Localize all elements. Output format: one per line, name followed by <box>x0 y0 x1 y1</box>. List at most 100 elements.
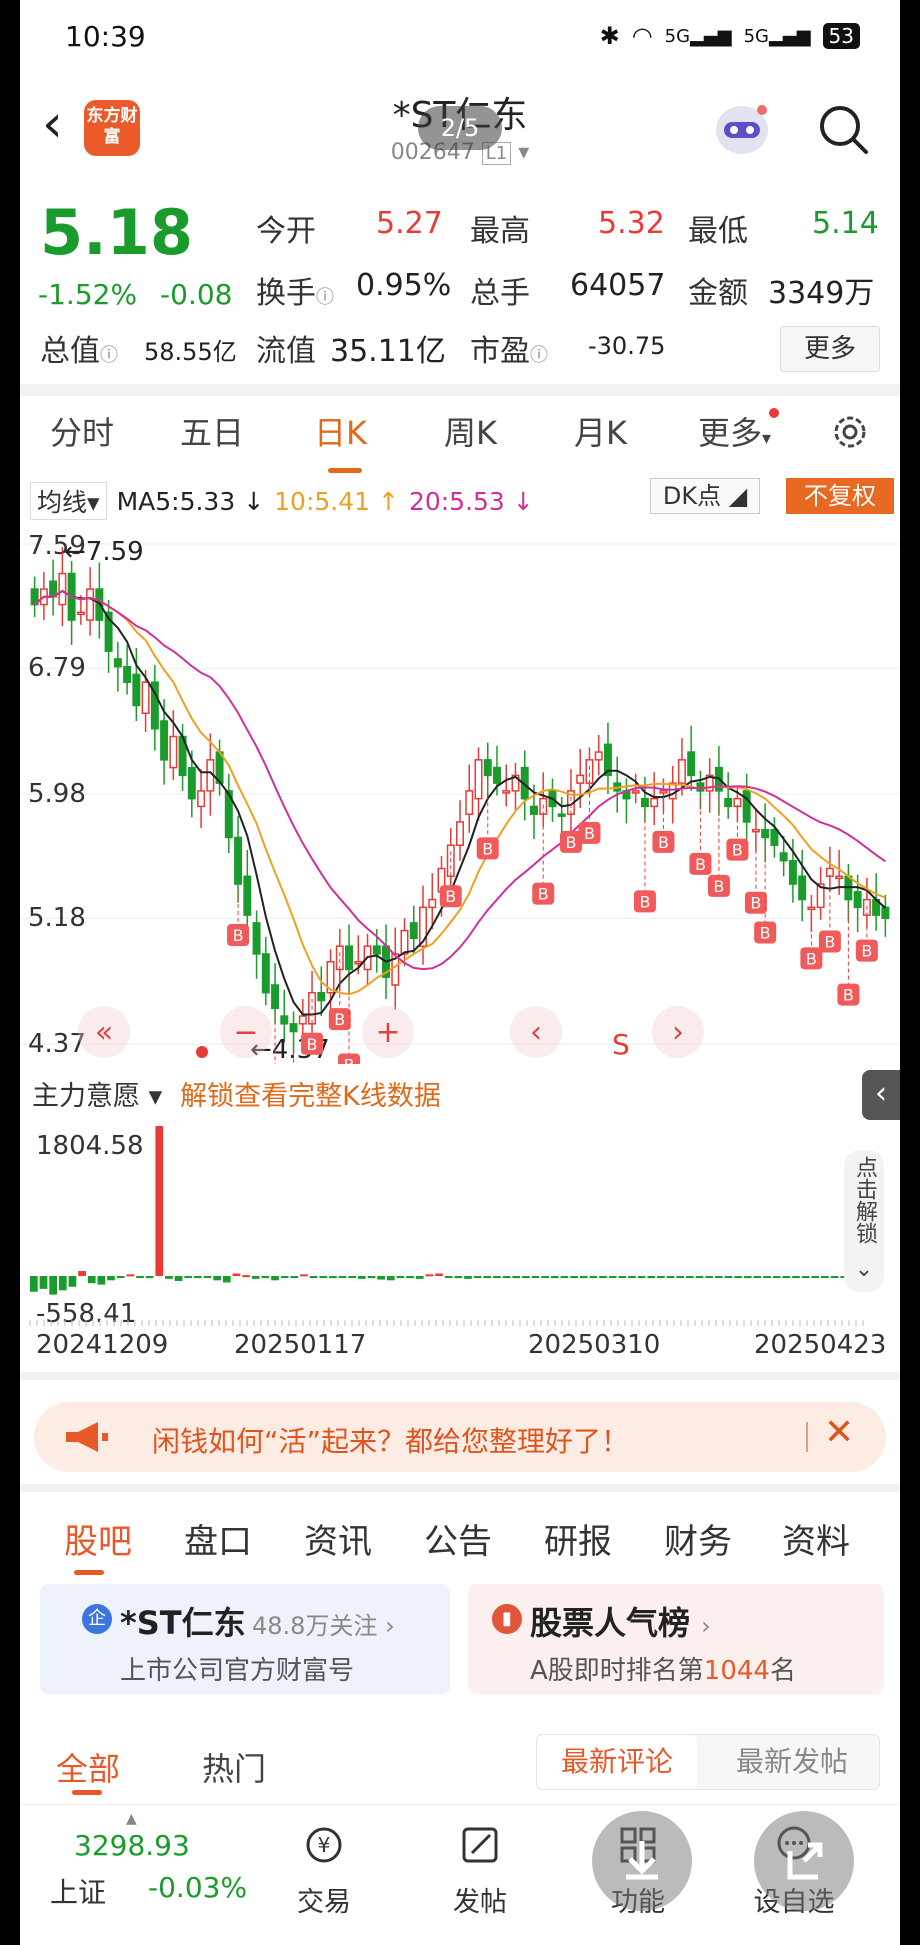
tab-month-k[interactable]: 月K <box>574 408 627 454</box>
tab-more[interactable]: 更多▾ <box>698 408 780 454</box>
candle <box>243 875 252 916</box>
y-tick-label: 5.18 <box>28 903 86 933</box>
indicator-row: 主力意愿 ▾ 解锁查看完整K线数据 <box>32 1074 441 1113</box>
tab-guba[interactable]: 股吧 <box>64 1514 132 1563</box>
info-icon[interactable]: ⓘ <box>316 287 334 308</box>
sort-latest-post[interactable]: 最新发帖 <box>707 1735 877 1789</box>
candle <box>113 658 122 668</box>
candle <box>687 751 696 777</box>
indicator-bar <box>319 1276 328 1278</box>
svg-text:¥: ¥ <box>318 1833 331 1857</box>
tab-profile[interactable]: 资料 <box>782 1514 850 1563</box>
buy-signal-label: B <box>233 926 244 945</box>
indicator-bar <box>58 1276 67 1291</box>
low-label: 最低 <box>688 214 748 249</box>
company-subtitle: 上市公司官方财富号 <box>120 1656 355 1686</box>
nav-post[interactable]: 发帖 <box>430 1823 530 1919</box>
nav-post-label: 发帖 <box>453 1887 507 1918</box>
unlock-side-button[interactable]: 点击解锁 ⌄ <box>844 1150 884 1292</box>
buy-signal-label: B <box>732 841 743 860</box>
screenshot-download-button[interactable] <box>592 1811 692 1911</box>
tab-day-k[interactable]: 日K <box>314 408 367 454</box>
sell-signal-label: S <box>612 1028 630 1061</box>
indicator-bar <box>435 1273 443 1276</box>
indicator-bar <box>628 1276 636 1278</box>
more-button[interactable]: 更多 <box>780 326 880 372</box>
candle <box>483 759 492 777</box>
adjustment-button[interactable]: 不复权 <box>786 478 894 514</box>
info-icon[interactable]: ⓘ <box>530 345 548 366</box>
info-icon[interactable]: ⓘ <box>100 345 118 366</box>
robot-assistant-icon[interactable] <box>710 98 774 160</box>
candle <box>317 992 326 1002</box>
share-icon <box>787 1842 823 1880</box>
company-icon: 企 <box>82 1604 112 1634</box>
screenshot-share-button[interactable] <box>754 1811 854 1911</box>
tab-hot[interactable]: 热门 <box>202 1744 266 1790</box>
candle <box>298 1015 307 1025</box>
candle <box>345 945 354 971</box>
tab-week-k[interactable]: 周K <box>444 408 497 454</box>
indicator-bar <box>792 1276 800 1278</box>
indicator-bar <box>570 1276 578 1278</box>
dk-point-button[interactable]: DK点 ◢ <box>650 478 760 514</box>
edit-icon <box>462 1827 498 1863</box>
indicator-chart[interactable]: 1804.58-558.41 <box>20 1116 900 1326</box>
divider <box>20 384 900 396</box>
status-time: 10:39 <box>65 20 146 53</box>
indicator-bar <box>68 1276 77 1287</box>
nav-trade[interactable]: ¥ 交易 <box>274 1823 374 1919</box>
mktcap-value: 58.55亿 <box>144 338 237 366</box>
buy-signal-label: B <box>843 986 854 1005</box>
buy-signal-label: B <box>639 892 650 911</box>
promo-banner[interactable]: 闲钱如何“活”起来？都给您整理好了！ ✕ <box>34 1402 886 1472</box>
tab-research[interactable]: 研报 <box>544 1514 612 1563</box>
index-name[interactable]: 上证 <box>50 1871 106 1911</box>
tab-finance[interactable]: 财务 <box>664 1514 732 1563</box>
indicator-bar <box>165 1276 173 1279</box>
tab-intraday[interactable]: 分时 <box>50 408 114 454</box>
indicator-selector[interactable]: 主力意愿 ▾ <box>32 1074 162 1113</box>
candle <box>677 759 686 784</box>
back-icon[interactable]: ‹ <box>42 98 82 152</box>
follow-count: 48.8万关注 › <box>252 1612 395 1640</box>
indicator-bar <box>599 1276 607 1278</box>
buy-signal-label: B <box>482 839 493 858</box>
buy-signal-label: B <box>307 1035 318 1054</box>
unlock-kline-link[interactable]: 解锁查看完整K线数据 <box>180 1074 441 1113</box>
kline-chart[interactable]: 7.596.795.985.184.37←7.59←4.37BBBBBBB BBB… <box>20 524 900 1064</box>
tab-all[interactable]: 全部 <box>56 1744 120 1790</box>
indicator-bar <box>541 1276 550 1278</box>
tab-announcements[interactable]: 公告 <box>424 1514 492 1563</box>
candle <box>197 790 206 808</box>
tab-news[interactable]: 资讯 <box>304 1514 372 1563</box>
sort-latest-comment[interactable]: 最新评论 <box>537 1735 697 1789</box>
popularity-card[interactable]: ▮ 股票人气榜 › A股即时排名第1044名 <box>468 1584 884 1694</box>
indicator-bar <box>97 1276 106 1285</box>
tab-pankou[interactable]: 盘口 <box>184 1514 252 1563</box>
indicator-bar <box>830 1276 839 1278</box>
indicator-bar <box>763 1276 771 1278</box>
ma-selector[interactable]: 均线▾ <box>30 482 107 520</box>
index-value[interactable]: 3298.93 <box>74 1829 190 1862</box>
date-tick: 20250310 <box>528 1330 661 1360</box>
candle <box>751 828 760 833</box>
sort-toggle: 最新评论 最新发帖 <box>536 1734 880 1790</box>
date-tick: 20250423 <box>754 1330 887 1360</box>
search-icon[interactable] <box>816 102 872 158</box>
candle <box>372 945 381 955</box>
candle <box>650 797 659 808</box>
tab-indicator <box>328 468 362 473</box>
candle <box>280 1015 289 1025</box>
tab-indicator <box>72 1790 102 1795</box>
candle <box>132 673 141 707</box>
company-account-card[interactable]: 企 *ST仁东 48.8万关注 › 上市公司官方财富号 <box>40 1584 450 1694</box>
collapse-icon[interactable]: ‹ <box>862 1070 900 1120</box>
banner-text: 闲钱如何“活”起来？都给您整理好了！ <box>152 1425 630 1458</box>
gear-icon[interactable] <box>828 410 872 454</box>
index-change[interactable]: -0.03% <box>148 1871 247 1904</box>
indicator-bar <box>107 1276 115 1281</box>
candle <box>835 875 844 880</box>
tab-five-day[interactable]: 五日 <box>180 408 244 454</box>
close-icon[interactable]: ✕ <box>824 1412 854 1453</box>
